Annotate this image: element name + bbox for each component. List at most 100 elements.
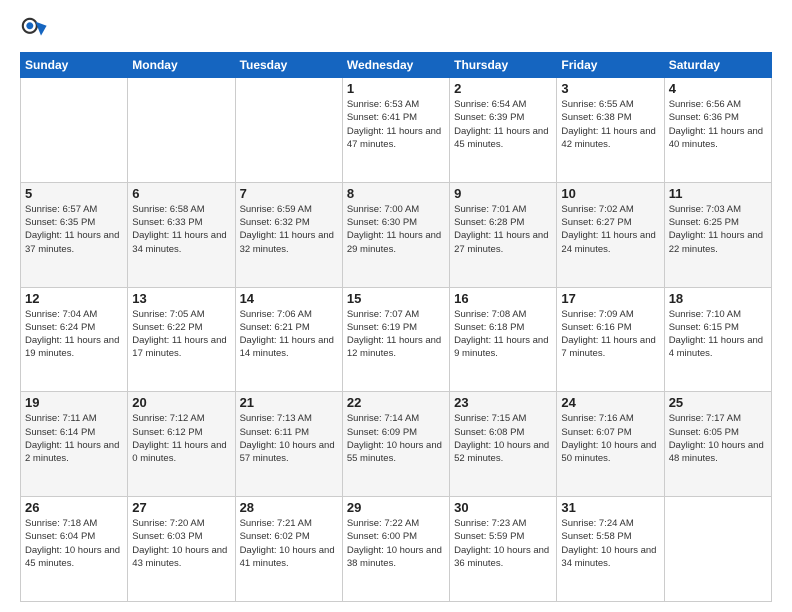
calendar-cell: 28 Sunrise: 7:21 AMSunset: 6:02 PMDaylig… <box>235 497 342 602</box>
day-number: 24 <box>561 395 659 410</box>
calendar-cell: 26 Sunrise: 7:18 AMSunset: 6:04 PMDaylig… <box>21 497 128 602</box>
page: SundayMondayTuesdayWednesdayThursdayFrid… <box>0 0 792 612</box>
day-number: 26 <box>25 500 123 515</box>
day-info: Sunrise: 6:58 AMSunset: 6:33 PMDaylight:… <box>132 203 230 256</box>
day-info: Sunrise: 7:07 AMSunset: 6:19 PMDaylight:… <box>347 308 445 361</box>
calendar-cell: 9 Sunrise: 7:01 AMSunset: 6:28 PMDayligh… <box>450 182 557 287</box>
calendar-week-2: 5 Sunrise: 6:57 AMSunset: 6:35 PMDayligh… <box>21 182 772 287</box>
calendar-cell: 29 Sunrise: 7:22 AMSunset: 6:00 PMDaylig… <box>342 497 449 602</box>
day-number: 25 <box>669 395 767 410</box>
day-info: Sunrise: 7:12 AMSunset: 6:12 PMDaylight:… <box>132 412 230 465</box>
day-number: 22 <box>347 395 445 410</box>
calendar-cell: 31 Sunrise: 7:24 AMSunset: 5:58 PMDaylig… <box>557 497 664 602</box>
day-number: 16 <box>454 291 552 306</box>
calendar-cell: 3 Sunrise: 6:55 AMSunset: 6:38 PMDayligh… <box>557 78 664 183</box>
calendar-cell: 5 Sunrise: 6:57 AMSunset: 6:35 PMDayligh… <box>21 182 128 287</box>
calendar-cell: 14 Sunrise: 7:06 AMSunset: 6:21 PMDaylig… <box>235 287 342 392</box>
logo-icon <box>20 16 48 44</box>
calendar-week-1: 1 Sunrise: 6:53 AMSunset: 6:41 PMDayligh… <box>21 78 772 183</box>
day-number: 31 <box>561 500 659 515</box>
calendar-cell: 10 Sunrise: 7:02 AMSunset: 6:27 PMDaylig… <box>557 182 664 287</box>
weekday-header-saturday: Saturday <box>664 53 771 78</box>
calendar-cell: 15 Sunrise: 7:07 AMSunset: 6:19 PMDaylig… <box>342 287 449 392</box>
day-number: 17 <box>561 291 659 306</box>
day-info: Sunrise: 7:16 AMSunset: 6:07 PMDaylight:… <box>561 412 659 465</box>
day-number: 27 <box>132 500 230 515</box>
day-number: 7 <box>240 186 338 201</box>
day-number: 20 <box>132 395 230 410</box>
calendar-cell <box>664 497 771 602</box>
calendar-cell: 2 Sunrise: 6:54 AMSunset: 6:39 PMDayligh… <box>450 78 557 183</box>
day-info: Sunrise: 7:05 AMSunset: 6:22 PMDaylight:… <box>132 308 230 361</box>
calendar-cell: 8 Sunrise: 7:00 AMSunset: 6:30 PMDayligh… <box>342 182 449 287</box>
day-info: Sunrise: 7:00 AMSunset: 6:30 PMDaylight:… <box>347 203 445 256</box>
weekday-header-tuesday: Tuesday <box>235 53 342 78</box>
day-number: 10 <box>561 186 659 201</box>
weekday-row: SundayMondayTuesdayWednesdayThursdayFrid… <box>21 53 772 78</box>
day-number: 21 <box>240 395 338 410</box>
calendar-week-4: 19 Sunrise: 7:11 AMSunset: 6:14 PMDaylig… <box>21 392 772 497</box>
calendar-cell: 1 Sunrise: 6:53 AMSunset: 6:41 PMDayligh… <box>342 78 449 183</box>
calendar-cell: 22 Sunrise: 7:14 AMSunset: 6:09 PMDaylig… <box>342 392 449 497</box>
day-number: 6 <box>132 186 230 201</box>
day-number: 4 <box>669 81 767 96</box>
calendar-cell: 12 Sunrise: 7:04 AMSunset: 6:24 PMDaylig… <box>21 287 128 392</box>
calendar-cell: 13 Sunrise: 7:05 AMSunset: 6:22 PMDaylig… <box>128 287 235 392</box>
calendar-body: 1 Sunrise: 6:53 AMSunset: 6:41 PMDayligh… <box>21 78 772 602</box>
logo <box>20 16 52 44</box>
day-info: Sunrise: 7:22 AMSunset: 6:00 PMDaylight:… <box>347 517 445 570</box>
calendar-cell: 11 Sunrise: 7:03 AMSunset: 6:25 PMDaylig… <box>664 182 771 287</box>
day-info: Sunrise: 6:57 AMSunset: 6:35 PMDaylight:… <box>25 203 123 256</box>
calendar-cell: 25 Sunrise: 7:17 AMSunset: 6:05 PMDaylig… <box>664 392 771 497</box>
calendar-cell: 30 Sunrise: 7:23 AMSunset: 5:59 PMDaylig… <box>450 497 557 602</box>
day-number: 9 <box>454 186 552 201</box>
day-info: Sunrise: 6:53 AMSunset: 6:41 PMDaylight:… <box>347 98 445 151</box>
day-info: Sunrise: 6:54 AMSunset: 6:39 PMDaylight:… <box>454 98 552 151</box>
calendar-cell <box>128 78 235 183</box>
calendar-cell: 27 Sunrise: 7:20 AMSunset: 6:03 PMDaylig… <box>128 497 235 602</box>
day-info: Sunrise: 7:14 AMSunset: 6:09 PMDaylight:… <box>347 412 445 465</box>
calendar-cell: 19 Sunrise: 7:11 AMSunset: 6:14 PMDaylig… <box>21 392 128 497</box>
calendar-cell: 24 Sunrise: 7:16 AMSunset: 6:07 PMDaylig… <box>557 392 664 497</box>
day-info: Sunrise: 7:21 AMSunset: 6:02 PMDaylight:… <box>240 517 338 570</box>
day-info: Sunrise: 6:55 AMSunset: 6:38 PMDaylight:… <box>561 98 659 151</box>
calendar-header: SundayMondayTuesdayWednesdayThursdayFrid… <box>21 53 772 78</box>
day-number: 29 <box>347 500 445 515</box>
day-number: 13 <box>132 291 230 306</box>
day-info: Sunrise: 7:03 AMSunset: 6:25 PMDaylight:… <box>669 203 767 256</box>
calendar-cell <box>21 78 128 183</box>
day-number: 28 <box>240 500 338 515</box>
day-info: Sunrise: 7:15 AMSunset: 6:08 PMDaylight:… <box>454 412 552 465</box>
day-info: Sunrise: 7:18 AMSunset: 6:04 PMDaylight:… <box>25 517 123 570</box>
calendar-cell: 16 Sunrise: 7:08 AMSunset: 6:18 PMDaylig… <box>450 287 557 392</box>
day-number: 19 <box>25 395 123 410</box>
day-number: 30 <box>454 500 552 515</box>
calendar-cell <box>235 78 342 183</box>
day-number: 1 <box>347 81 445 96</box>
day-info: Sunrise: 7:11 AMSunset: 6:14 PMDaylight:… <box>25 412 123 465</box>
day-info: Sunrise: 7:01 AMSunset: 6:28 PMDaylight:… <box>454 203 552 256</box>
weekday-header-monday: Monday <box>128 53 235 78</box>
day-info: Sunrise: 7:17 AMSunset: 6:05 PMDaylight:… <box>669 412 767 465</box>
calendar-cell: 21 Sunrise: 7:13 AMSunset: 6:11 PMDaylig… <box>235 392 342 497</box>
weekday-header-thursday: Thursday <box>450 53 557 78</box>
day-info: Sunrise: 6:59 AMSunset: 6:32 PMDaylight:… <box>240 203 338 256</box>
day-number: 18 <box>669 291 767 306</box>
calendar-cell: 6 Sunrise: 6:58 AMSunset: 6:33 PMDayligh… <box>128 182 235 287</box>
calendar-cell: 4 Sunrise: 6:56 AMSunset: 6:36 PMDayligh… <box>664 78 771 183</box>
weekday-header-friday: Friday <box>557 53 664 78</box>
day-number: 23 <box>454 395 552 410</box>
calendar-cell: 20 Sunrise: 7:12 AMSunset: 6:12 PMDaylig… <box>128 392 235 497</box>
weekday-header-sunday: Sunday <box>21 53 128 78</box>
day-info: Sunrise: 6:56 AMSunset: 6:36 PMDaylight:… <box>669 98 767 151</box>
header <box>20 16 772 44</box>
day-info: Sunrise: 7:08 AMSunset: 6:18 PMDaylight:… <box>454 308 552 361</box>
weekday-header-wednesday: Wednesday <box>342 53 449 78</box>
day-info: Sunrise: 7:23 AMSunset: 5:59 PMDaylight:… <box>454 517 552 570</box>
calendar-week-3: 12 Sunrise: 7:04 AMSunset: 6:24 PMDaylig… <box>21 287 772 392</box>
day-number: 5 <box>25 186 123 201</box>
day-number: 12 <box>25 291 123 306</box>
calendar-cell: 7 Sunrise: 6:59 AMSunset: 6:32 PMDayligh… <box>235 182 342 287</box>
day-number: 3 <box>561 81 659 96</box>
day-info: Sunrise: 7:09 AMSunset: 6:16 PMDaylight:… <box>561 308 659 361</box>
